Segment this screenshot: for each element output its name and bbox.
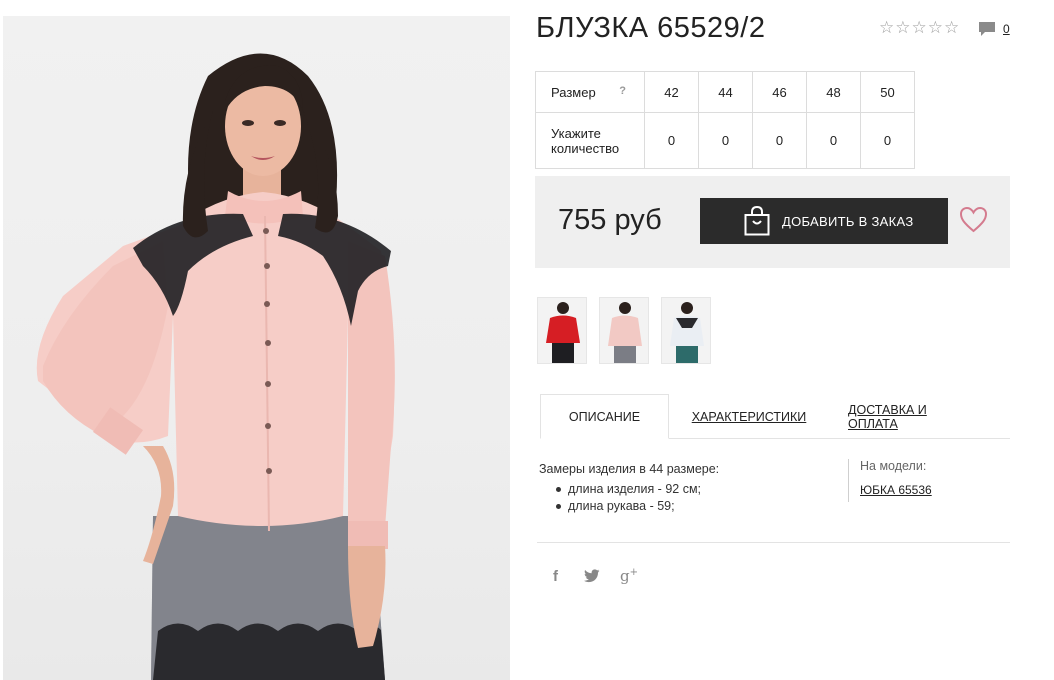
quantity-input-46[interactable]: 0 [752,112,807,169]
list-item: длина изделия - 92 см; [556,481,719,498]
add-to-order-button[interactable]: ДОБАВИТЬ В ЗАКАЗ [700,198,948,244]
googleplus-plus: + [629,567,638,578]
tab-delivery-payment[interactable]: ДОСТАВКА И ОПЛАТА [848,394,980,439]
quantity-input-50[interactable]: 0 [860,112,915,169]
measurements-list: длина изделия - 92 см; длина рукава - 59… [556,481,719,515]
size-option-46[interactable]: 46 [752,71,807,113]
quantity-label: Укажите количество [535,112,645,169]
quantity-label-line2: количество [551,140,620,156]
size-label-cell: Размер ? [535,71,645,113]
quantity-input-42[interactable]: 0 [644,112,699,169]
on-model-skirt-link[interactable]: ЮБКА 65536 [860,483,932,497]
color-thumbnails [537,297,711,364]
tab-characteristics[interactable]: ХАРАКТЕРИСТИКИ [690,394,808,439]
on-model-box: На модели: ЮБКА 65536 [848,459,932,502]
heart-icon[interactable] [959,206,988,233]
product-main-image[interactable] [3,16,510,680]
social-share: f g+ [553,567,638,585]
model-photo-illustration [36,53,395,680]
description-intro: Замеры изделия в 44 размере: [539,462,720,476]
thumbnail-pink[interactable] [599,297,649,364]
rating-stars[interactable]: ☆ ☆ ☆ ☆ ☆ [879,19,959,37]
comment-icon[interactable] [978,21,996,37]
star-icon[interactable]: ☆ [944,19,959,37]
star-icon[interactable]: ☆ [879,19,894,37]
add-to-order-label: ДОБАВИТЬ В ЗАКАЗ [782,213,914,229]
size-quantity-table: Размер ? 42 44 46 48 50 Укажите количест… [535,71,915,169]
description-content: Замеры изделия в 44 размере: длина издел… [539,462,719,515]
product-price: 755 руб [558,204,662,236]
divider [537,542,1010,543]
twitter-icon[interactable] [584,569,600,583]
star-icon[interactable]: ☆ [928,19,943,37]
comments-count-link[interactable]: 0 [1003,22,1010,36]
facebook-icon[interactable]: f [553,568,558,585]
order-panel: 755 руб ДОБАВИТЬ В ЗАКАЗ [535,176,1010,268]
product-title: БЛУЗКА 65529/2 [536,12,766,44]
size-row: Размер ? 42 44 46 48 50 [535,71,915,113]
size-option-44[interactable]: 44 [698,71,753,113]
thumbnail-red[interactable] [537,297,587,364]
quantity-input-48[interactable]: 0 [806,112,861,169]
googleplus-icon[interactable]: g+ [620,567,638,585]
tab-description[interactable]: ОПИСАНИЕ [540,394,669,439]
size-option-42[interactable]: 42 [644,71,699,113]
size-label: Размер [551,84,596,100]
help-icon[interactable]: ? [619,85,626,97]
size-option-50[interactable]: 50 [860,71,915,113]
quantity-row: Укажите количество 0 0 0 0 0 [535,112,915,169]
size-option-48[interactable]: 48 [806,71,861,113]
on-model-label: На модели: [860,459,927,473]
googleplus-letter: g [620,567,630,585]
list-item: длина рукава - 59; [556,498,719,515]
shopping-bag-icon [744,206,770,236]
star-icon[interactable]: ☆ [912,19,927,37]
quantity-input-44[interactable]: 0 [698,112,753,169]
thumbnail-white[interactable] [661,297,711,364]
quantity-label-line1: Укажите [551,125,601,141]
star-icon[interactable]: ☆ [895,19,910,37]
